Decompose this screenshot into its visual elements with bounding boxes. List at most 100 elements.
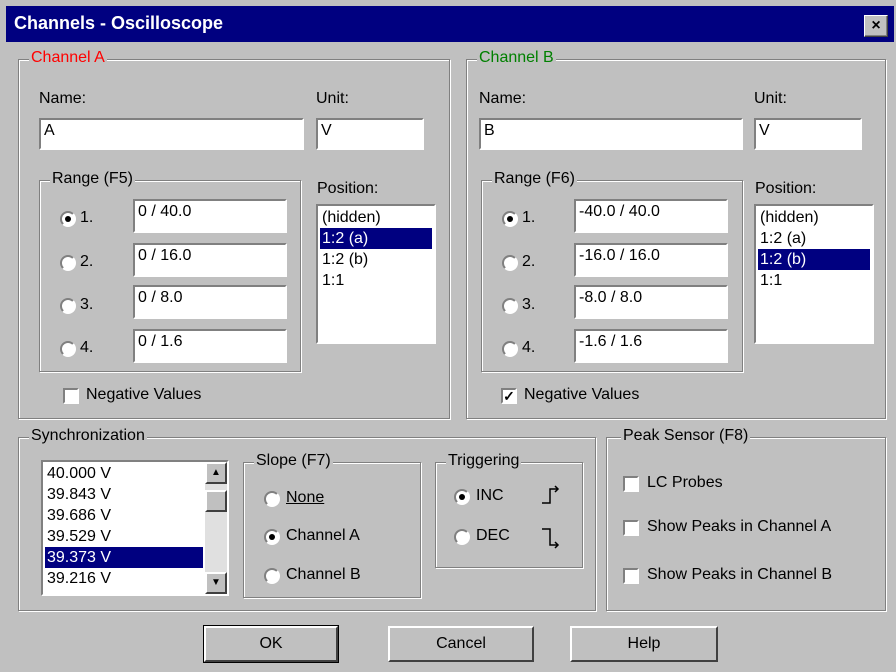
list-item[interactable]: 39.843 V: [45, 484, 203, 505]
scroll-up-icon[interactable]: ▲: [205, 462, 227, 484]
channel-b-unit-input[interactable]: V: [754, 118, 862, 150]
peak-sensor-legend: Peak Sensor (F8): [621, 427, 751, 445]
rising-edge-icon: [542, 485, 560, 504]
channel-b-position-label: Position:: [755, 180, 817, 197]
channel-b-range-1-radio[interactable]: [502, 211, 518, 227]
channel-a-range-1-label: 1.: [80, 209, 94, 226]
channel-a-group: Channel A Name: A Unit: V Range (F5) 1. …: [18, 49, 450, 419]
channel-a-unit-input[interactable]: V: [316, 118, 424, 150]
channel-b-negative-checkbox[interactable]: ✓: [501, 388, 517, 404]
synchronization-legend: Synchronization: [29, 427, 147, 445]
channel-a-range-3-input[interactable]: 0 / 8.0: [133, 285, 287, 319]
slope-channel-a-radio[interactable]: [264, 529, 280, 545]
channel-b-range-legend: Range (F6): [492, 170, 577, 188]
channel-b-position-list[interactable]: (hidden) 1:2 (a) 1:2 (b) 1:1: [754, 204, 874, 344]
channel-b-range-1-label: 1.: [522, 209, 536, 226]
channel-a-range-legend: Range (F5): [50, 170, 135, 188]
slope-none-label: None: [286, 489, 324, 507]
title-bar: Channels - Oscilloscope ×: [6, 6, 894, 42]
channel-a-unit-label: Unit:: [316, 90, 349, 107]
channel-a-range-4-radio[interactable]: [60, 341, 76, 357]
window-title: Channels - Oscilloscope: [14, 13, 224, 33]
slope-none-radio[interactable]: [264, 491, 280, 507]
list-item[interactable]: 1:2 (a): [758, 228, 870, 249]
scroll-down-icon[interactable]: ▼: [205, 572, 227, 594]
list-item[interactable]: 1:2 (a): [320, 228, 432, 249]
slope-none-text: None: [286, 489, 325, 506]
show-peaks-a-label: Show Peaks in Channel A: [647, 518, 832, 535]
channel-a-range-1-input[interactable]: 0 / 40.0: [133, 199, 287, 233]
list-item[interactable]: (hidden): [320, 207, 432, 228]
channel-b-name-label: Name:: [479, 90, 527, 107]
channel-b-range-3-label: 3.: [522, 296, 536, 313]
channel-b-range-2-label: 2.: [522, 253, 536, 270]
slope-channel-b-label: Channel B: [286, 566, 361, 583]
slope-channel-b-radio[interactable]: [264, 568, 280, 584]
dialog-window: Channels - Oscilloscope × Channel A Name…: [0, 0, 896, 672]
trigger-dec-radio[interactable]: [454, 529, 470, 545]
channel-a-position-list[interactable]: (hidden) 1:2 (a) 1:2 (b) 1:1: [316, 204, 436, 344]
channel-a-position-label: Position:: [317, 180, 379, 197]
channel-a-range-4-input[interactable]: 0 / 1.6: [133, 329, 287, 363]
close-button[interactable]: ×: [864, 15, 888, 37]
channel-a-range-group: Range (F5) 1. 0 / 40.0 2. 0 / 16.0 3. 0 …: [39, 170, 301, 372]
channel-b-unit-label: Unit:: [754, 90, 787, 107]
channel-b-negative-label: Negative Values: [524, 386, 640, 403]
list-item[interactable]: 1:2 (b): [320, 249, 432, 270]
slope-group: Slope (F7) None Channel A Channel B: [243, 452, 421, 598]
slope-legend: Slope (F7): [254, 452, 333, 470]
list-item[interactable]: 1:1: [758, 270, 870, 291]
show-peaks-a-checkbox[interactable]: [623, 520, 639, 536]
lc-probes-label: LC Probes: [647, 474, 723, 491]
triggering-legend: Triggering: [446, 452, 522, 470]
list-item[interactable]: 39.373 V: [45, 547, 203, 568]
list-item[interactable]: 1:2 (b): [758, 249, 870, 270]
trigger-dec-label: DEC: [476, 527, 510, 544]
peak-sensor-group: Peak Sensor (F8) LC Probes Show Peaks in…: [606, 427, 886, 611]
channel-b-range-2-radio[interactable]: [502, 255, 518, 271]
trigger-inc-radio[interactable]: [454, 489, 470, 505]
slope-channel-a-label: Channel A: [286, 527, 360, 544]
list-item[interactable]: (hidden): [758, 207, 870, 228]
trigger-inc-label: INC: [476, 487, 504, 504]
channel-b-group: Channel B Name: B Unit: V Range (F6) 1. …: [466, 49, 886, 419]
lc-probes-checkbox[interactable]: [623, 476, 639, 492]
channel-a-range-2-radio[interactable]: [60, 255, 76, 271]
list-item[interactable]: 40.000 V: [45, 463, 203, 484]
channel-b-range-4-input[interactable]: -1.6 / 1.6: [574, 329, 728, 363]
channel-b-legend: Channel B: [477, 49, 556, 67]
synchronization-group: Synchronization 40.000 V 39.843 V 39.686…: [18, 427, 596, 611]
list-item[interactable]: 39.216 V: [45, 568, 203, 589]
sync-level-list[interactable]: 40.000 V 39.843 V 39.686 V 39.529 V 39.3…: [41, 460, 229, 596]
channel-a-legend: Channel A: [29, 49, 107, 67]
channel-b-range-4-radio[interactable]: [502, 341, 518, 357]
channel-b-range-group: Range (F6) 1. -40.0 / 40.0 2. -16.0 / 16…: [481, 170, 743, 372]
triggering-group: Triggering INC DEC: [435, 452, 583, 568]
list-item[interactable]: 39.686 V: [45, 505, 203, 526]
channel-a-range-2-label: 2.: [80, 253, 94, 270]
falling-edge-icon: [542, 528, 560, 549]
channel-b-range-1-input[interactable]: -40.0 / 40.0: [574, 199, 728, 233]
help-button[interactable]: Help: [570, 626, 718, 662]
channel-a-range-2-input[interactable]: 0 / 16.0: [133, 243, 287, 277]
scroll-thumb[interactable]: [205, 490, 227, 512]
channel-b-name-input[interactable]: B: [479, 118, 743, 150]
channel-a-range-1-radio[interactable]: [60, 211, 76, 227]
list-item[interactable]: 1:1: [320, 270, 432, 291]
sync-level-scrollbar[interactable]: ▲ ▼: [205, 462, 227, 594]
channel-b-range-4-label: 4.: [522, 339, 536, 356]
channel-b-range-3-radio[interactable]: [502, 298, 518, 314]
channel-a-negative-checkbox[interactable]: [63, 388, 79, 404]
channel-a-negative-label: Negative Values: [86, 386, 202, 403]
list-item[interactable]: 39.529 V: [45, 526, 203, 547]
show-peaks-b-label: Show Peaks in Channel B: [647, 566, 832, 583]
cancel-button[interactable]: Cancel: [388, 626, 534, 662]
channel-a-range-3-radio[interactable]: [60, 298, 76, 314]
channel-a-name-input[interactable]: A: [39, 118, 304, 150]
channel-b-range-2-input[interactable]: -16.0 / 16.0: [574, 243, 728, 277]
channel-b-range-3-input[interactable]: -8.0 / 8.0: [574, 285, 728, 319]
show-peaks-b-checkbox[interactable]: [623, 568, 639, 584]
channel-a-range-3-label: 3.: [80, 296, 94, 313]
ok-button[interactable]: OK: [203, 625, 339, 663]
channel-a-name-label: Name:: [39, 90, 87, 107]
